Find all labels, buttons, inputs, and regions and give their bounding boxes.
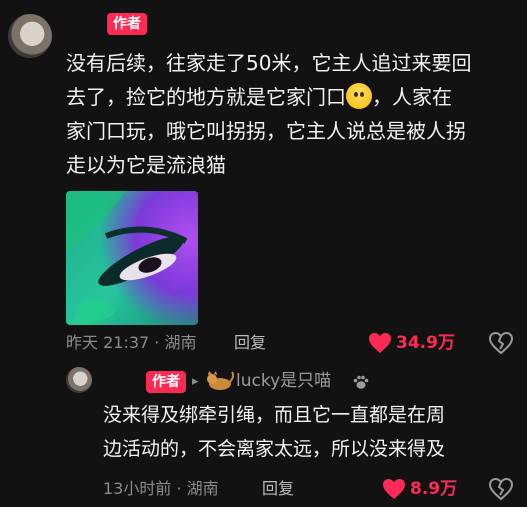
- avatar[interactable]: [8, 14, 52, 58]
- reply-text: 没来得及绑牵引绳，而且它一直都是在周 边活动的，不会离家太远，所以没来得及: [103, 398, 518, 466]
- heart-filled-icon: [383, 479, 405, 499]
- comment-line: 家门口玩，哦它叫拐拐，它主人说总是被人拐: [66, 119, 466, 143]
- comment-line: 走以为它是流浪猫: [66, 153, 226, 177]
- reply-author-badge: 作者: [146, 371, 186, 393]
- reply-dislike-button[interactable]: [488, 477, 514, 501]
- reply-like-count: 8.9万: [410, 479, 458, 499]
- comment-line-part: ，人家在: [372, 85, 452, 109]
- reply-line: 边活动的，不会离家太远，所以没来得及: [103, 438, 446, 460]
- reply-avatar[interactable]: [66, 367, 92, 393]
- reply-arrow-icon: ▸: [192, 374, 199, 389]
- comment-line: 去了，捡它的地方就是它家门口 ，人家在: [66, 80, 521, 114]
- reply-button[interactable]: 回复: [234, 332, 266, 354]
- broken-heart-icon: [488, 477, 514, 501]
- comment-text: 没有后续，往家走了50米，它主人追过来要回 去了，捡它的地方就是它家门口 ，人家在…: [66, 46, 521, 182]
- target-username[interactable]: lucky是只喵: [236, 370, 331, 392]
- smile-emoji-icon: [346, 83, 372, 109]
- broken-heart-icon: [488, 331, 514, 355]
- comment-meta: 昨天 21:37 · 湖南: [66, 333, 197, 352]
- alien-face-image: [66, 191, 198, 325]
- reply-meta: 13小时前 · 湖南: [103, 479, 219, 498]
- reply-reply-button[interactable]: 回复: [262, 478, 294, 500]
- author-badge: 作者: [107, 13, 147, 35]
- heart-filled-icon: [369, 333, 391, 353]
- comment-line: 没有后续，往家走了50米，它主人追过来要回: [66, 51, 472, 75]
- comment-line-part: 去了，捡它的地方就是它家门口: [66, 85, 346, 109]
- paw-icon: [352, 373, 370, 391]
- reply-like-button[interactable]: 8.9万: [382, 476, 462, 502]
- like-count: 34.9万: [396, 333, 455, 353]
- dislike-button[interactable]: [488, 331, 514, 355]
- like-button[interactable]: 34.9万: [368, 330, 458, 356]
- reply-line: 没来得及绑牵引绳，而且它一直都是在周: [103, 404, 446, 426]
- target-user-avatar-icon: [205, 370, 235, 392]
- comment-image[interactable]: [66, 191, 198, 325]
